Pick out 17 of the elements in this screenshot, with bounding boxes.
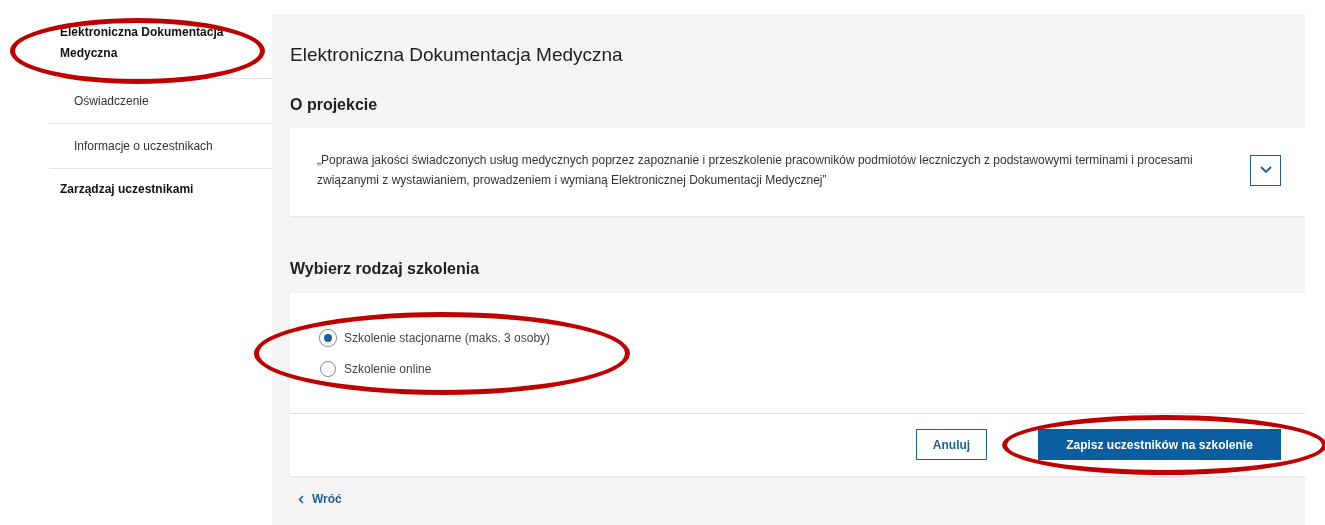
project-description: „Poprawa jakości świadczonych usług medycznych poprzez zapoznanie i przeszkolenie pracowników podmiotów leczniczych z podstawowymi terminami i procesami związanymi z wystawianiem, prowadzeniem i wymianą Elektronicznej Dokumentacji Medycznej” xyxy=(317,152,1194,189)
chevron-left-icon xyxy=(298,494,304,504)
chevron-icon xyxy=(1259,166,1272,174)
page-title: Elektroniczna Dokumentacja Medyczna xyxy=(290,44,624,66)
section-heading: Wybierz rodzaj szkolenia xyxy=(290,260,481,278)
expand-button[interactable] xyxy=(1250,154,1281,186)
back-link[interactable]: Wróć xyxy=(298,492,342,506)
sidebar-item[interactable]: Zarządzaj uczestnikami xyxy=(60,179,194,200)
submit-button[interactable]: Zapisz uczestników na szkolenie xyxy=(1038,429,1281,460)
sidebar-item[interactable]: Informacje o uczestnikach xyxy=(74,136,213,157)
section-heading: O projekcie xyxy=(290,96,379,114)
cancel-button[interactable]: Anuluj xyxy=(916,429,987,460)
sidebar-item[interactable]: Elektroniczna Dokumentacja Medyczna xyxy=(60,22,242,64)
radio-label[interactable]: Szkolenie stacjonarne (maks. 3 osoby) xyxy=(344,331,551,345)
radio-label[interactable]: Szkolenie online xyxy=(344,362,432,376)
radio-button[interactable] xyxy=(320,361,336,377)
sidebar-item[interactable]: Oświadczenie xyxy=(74,91,149,112)
